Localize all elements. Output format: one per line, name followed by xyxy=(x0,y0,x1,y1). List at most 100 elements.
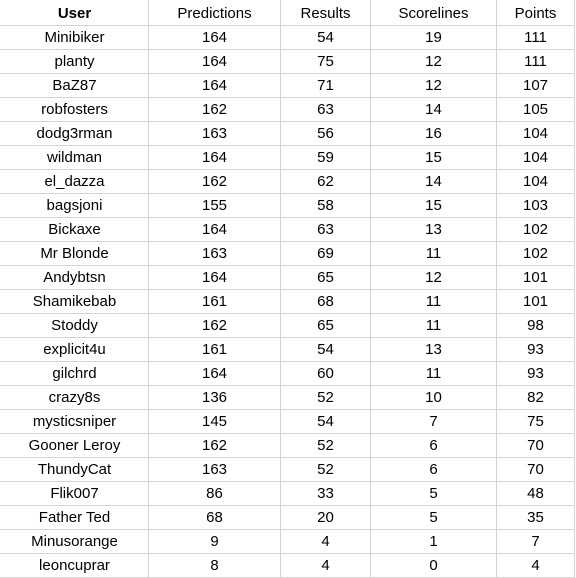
cell-scorelines[interactable]: 11 xyxy=(370,313,497,338)
cell-results[interactable]: 71 xyxy=(280,73,371,98)
cell-results[interactable]: 52 xyxy=(280,385,371,410)
cell-user[interactable]: gilchrd xyxy=(0,361,149,386)
cell-results[interactable]: 58 xyxy=(280,193,371,218)
cell-results[interactable]: 63 xyxy=(280,97,371,122)
cell-results[interactable]: 63 xyxy=(280,217,371,242)
cell-points[interactable]: 48 xyxy=(496,481,575,506)
header-scorelines[interactable]: Scorelines xyxy=(370,0,497,26)
cell-results[interactable]: 68 xyxy=(280,289,371,314)
cell-scorelines[interactable]: 13 xyxy=(370,337,497,362)
cell-points[interactable]: 70 xyxy=(496,433,575,458)
cell-predictions[interactable]: 9 xyxy=(148,529,281,554)
cell-predictions[interactable]: 164 xyxy=(148,265,281,290)
cell-results[interactable]: 52 xyxy=(280,433,371,458)
cell-user[interactable]: dodg3rman xyxy=(0,121,149,146)
cell-scorelines[interactable]: 11 xyxy=(370,361,497,386)
cell-scorelines[interactable]: 1 xyxy=(370,529,497,554)
cell-user[interactable]: BaZ87 xyxy=(0,73,149,98)
cell-predictions[interactable]: 164 xyxy=(148,49,281,74)
cell-scorelines[interactable]: 14 xyxy=(370,169,497,194)
cell-scorelines[interactable]: 14 xyxy=(370,97,497,122)
cell-predictions[interactable]: 161 xyxy=(148,337,281,362)
cell-predictions[interactable]: 164 xyxy=(148,217,281,242)
cell-user[interactable]: mysticsniper xyxy=(0,409,149,434)
cell-user[interactable]: Gooner Leroy xyxy=(0,433,149,458)
cell-predictions[interactable]: 8 xyxy=(148,553,281,578)
cell-points[interactable]: 35 xyxy=(496,505,575,530)
cell-predictions[interactable]: 163 xyxy=(148,121,281,146)
cell-user[interactable]: planty xyxy=(0,49,149,74)
cell-predictions[interactable]: 162 xyxy=(148,313,281,338)
cell-points[interactable]: 104 xyxy=(496,145,575,170)
cell-scorelines[interactable]: 13 xyxy=(370,217,497,242)
cell-points[interactable]: 101 xyxy=(496,265,575,290)
cell-user[interactable]: robfosters xyxy=(0,97,149,122)
header-points[interactable]: Points xyxy=(496,0,575,26)
cell-predictions[interactable]: 163 xyxy=(148,241,281,266)
cell-results[interactable]: 65 xyxy=(280,265,371,290)
cell-scorelines[interactable]: 10 xyxy=(370,385,497,410)
cell-scorelines[interactable]: 15 xyxy=(370,145,497,170)
cell-predictions[interactable]: 164 xyxy=(148,145,281,170)
cell-scorelines[interactable]: 6 xyxy=(370,457,497,482)
cell-user[interactable]: Shamikebab xyxy=(0,289,149,314)
cell-predictions[interactable]: 164 xyxy=(148,361,281,386)
cell-user[interactable]: bagsjoni xyxy=(0,193,149,218)
cell-scorelines[interactable]: 7 xyxy=(370,409,497,434)
cell-scorelines[interactable]: 12 xyxy=(370,49,497,74)
cell-results[interactable]: 69 xyxy=(280,241,371,266)
cell-scorelines[interactable]: 0 xyxy=(370,553,497,578)
cell-points[interactable]: 111 xyxy=(496,25,575,50)
cell-points[interactable]: 107 xyxy=(496,73,575,98)
cell-points[interactable]: 102 xyxy=(496,217,575,242)
cell-points[interactable]: 101 xyxy=(496,289,575,314)
cell-points[interactable]: 70 xyxy=(496,457,575,482)
header-results[interactable]: Results xyxy=(280,0,371,26)
cell-scorelines[interactable]: 11 xyxy=(370,241,497,266)
cell-scorelines[interactable]: 15 xyxy=(370,193,497,218)
cell-results[interactable]: 59 xyxy=(280,145,371,170)
cell-scorelines[interactable]: 6 xyxy=(370,433,497,458)
cell-points[interactable]: 93 xyxy=(496,337,575,362)
cell-results[interactable]: 75 xyxy=(280,49,371,74)
cell-points[interactable]: 104 xyxy=(496,169,575,194)
cell-user[interactable]: explicit4u xyxy=(0,337,149,362)
cell-scorelines[interactable]: 19 xyxy=(370,25,497,50)
cell-results[interactable]: 56 xyxy=(280,121,371,146)
cell-results[interactable]: 52 xyxy=(280,457,371,482)
cell-results[interactable]: 33 xyxy=(280,481,371,506)
cell-predictions[interactable]: 68 xyxy=(148,505,281,530)
cell-user[interactable]: Minusorange xyxy=(0,529,149,554)
cell-predictions[interactable]: 162 xyxy=(148,433,281,458)
cell-results[interactable]: 54 xyxy=(280,337,371,362)
cell-points[interactable]: 103 xyxy=(496,193,575,218)
cell-predictions[interactable]: 155 xyxy=(148,193,281,218)
cell-user[interactable]: el_dazza xyxy=(0,169,149,194)
cell-points[interactable]: 98 xyxy=(496,313,575,338)
cell-predictions[interactable]: 86 xyxy=(148,481,281,506)
cell-points[interactable]: 75 xyxy=(496,409,575,434)
cell-predictions[interactable]: 162 xyxy=(148,169,281,194)
cell-points[interactable]: 104 xyxy=(496,121,575,146)
cell-user[interactable]: Mr Blonde xyxy=(0,241,149,266)
cell-user[interactable]: Stoddy xyxy=(0,313,149,338)
cell-points[interactable]: 93 xyxy=(496,361,575,386)
cell-predictions[interactable]: 145 xyxy=(148,409,281,434)
cell-points[interactable]: 82 xyxy=(496,385,575,410)
cell-points[interactable]: 111 xyxy=(496,49,575,74)
cell-predictions[interactable]: 164 xyxy=(148,25,281,50)
cell-results[interactable]: 54 xyxy=(280,25,371,50)
cell-points[interactable]: 7 xyxy=(496,529,575,554)
cell-user[interactable]: wildman xyxy=(0,145,149,170)
cell-user[interactable]: crazy8s xyxy=(0,385,149,410)
cell-points[interactable]: 4 xyxy=(496,553,575,578)
header-predictions[interactable]: Predictions xyxy=(148,0,281,26)
cell-results[interactable]: 62 xyxy=(280,169,371,194)
cell-user[interactable]: Minibiker xyxy=(0,25,149,50)
cell-predictions[interactable]: 164 xyxy=(148,73,281,98)
cell-user[interactable]: Andybtsn xyxy=(0,265,149,290)
cell-predictions[interactable]: 161 xyxy=(148,289,281,314)
cell-user[interactable]: Bickaxe xyxy=(0,217,149,242)
cell-results[interactable]: 54 xyxy=(280,409,371,434)
cell-results[interactable]: 60 xyxy=(280,361,371,386)
